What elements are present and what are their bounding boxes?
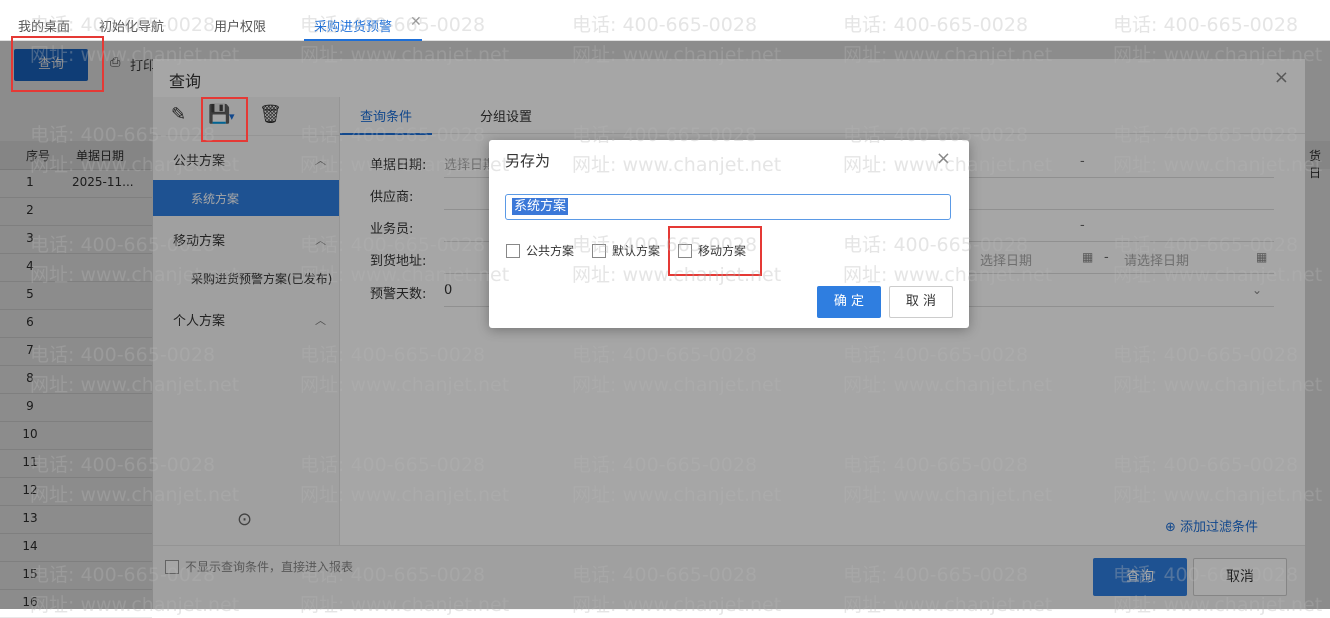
save-as-title: 另存为 (505, 152, 551, 170)
public-scheme-checkbox[interactable] (506, 244, 520, 258)
workspace-tabs: 我的桌面 初始化导航 用户权限 采购进货预警 ✕ (0, 8, 1330, 41)
highlight-save-icon (201, 97, 248, 142)
close-icon[interactable]: × (936, 148, 951, 169)
confirm-button[interactable]: 确 定 (817, 286, 881, 318)
scheme-name-input[interactable]: 系统方案 (505, 194, 951, 220)
tab-close-icon[interactable]: ✕ (410, 14, 422, 30)
tab-init-guide[interactable]: 初始化导航 (99, 16, 164, 35)
tab-purchase-warning[interactable]: 采购进货预警 (304, 16, 423, 41)
public-scheme-label: 公共方案 (526, 244, 575, 258)
tab-user-permissions[interactable]: 用户权限 (214, 16, 266, 35)
default-scheme-label: 默认方案 (612, 244, 661, 258)
highlight-mobile-checkbox (668, 226, 762, 276)
highlight-query-button (11, 36, 104, 92)
default-scheme-checkbox[interactable] (592, 244, 606, 258)
cancel-button[interactable]: 取 消 (889, 286, 953, 318)
tab-my-desktop[interactable]: 我的桌面 (18, 16, 70, 35)
